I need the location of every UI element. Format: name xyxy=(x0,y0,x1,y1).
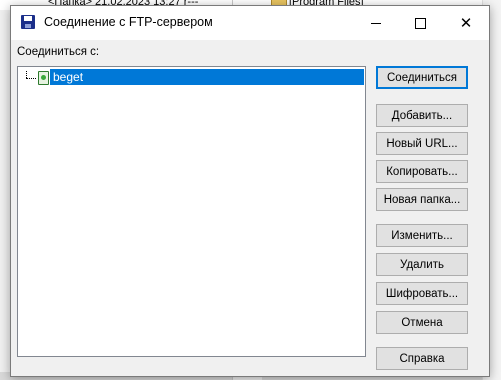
encrypt-button[interactable]: Шифровать... xyxy=(376,282,468,305)
tree-connector-line xyxy=(26,71,27,78)
dialog-titlebar[interactable]: Соединение с FTP-сервером ✕ xyxy=(11,6,489,40)
copy-button[interactable]: Копировать... xyxy=(376,160,468,183)
minimize-icon xyxy=(371,23,381,24)
ftp-server-icon xyxy=(38,71,49,85)
close-button[interactable]: ✕ xyxy=(443,6,489,40)
maximize-icon xyxy=(415,18,426,29)
tree-item-beget[interactable]: beget xyxy=(18,69,365,85)
new-folder-button[interactable]: Новая папка... xyxy=(376,188,468,211)
floppy-disk-icon xyxy=(21,15,35,29)
tree-item-label: beget xyxy=(53,70,84,84)
add-button[interactable]: Добавить... xyxy=(376,104,468,127)
cancel-button[interactable]: Отмена xyxy=(376,311,468,334)
connect-to-label: Соединиться с: xyxy=(17,46,100,58)
close-icon: ✕ xyxy=(459,14,473,32)
minimize-button[interactable] xyxy=(353,6,399,40)
ftp-connect-dialog: Соединение с FTP-сервером ✕ Соединиться … xyxy=(10,5,490,377)
dialog-title: Соединение с FTP-сервером xyxy=(44,15,213,29)
delete-button[interactable]: Удалить xyxy=(376,253,468,276)
maximize-button[interactable] xyxy=(397,6,443,40)
tree-connector-line xyxy=(26,78,36,79)
help-button[interactable]: Справка xyxy=(376,347,468,370)
edit-button[interactable]: Изменить... xyxy=(376,224,468,247)
connect-button[interactable]: Соединиться xyxy=(376,66,468,89)
new-url-button[interactable]: Новый URL... xyxy=(376,132,468,155)
ftp-connections-tree[interactable]: beget xyxy=(17,66,366,357)
tree-selection-highlight xyxy=(50,69,364,85)
